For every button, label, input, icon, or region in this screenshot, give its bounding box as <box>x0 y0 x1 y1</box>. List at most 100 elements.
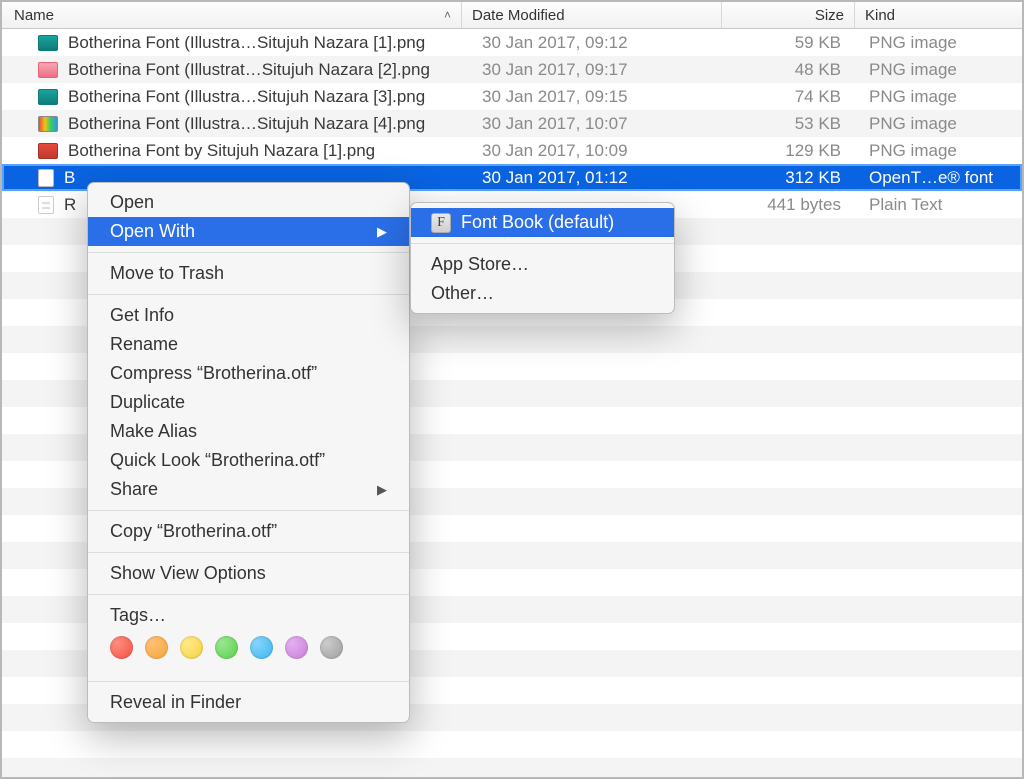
menu-separator <box>88 252 409 253</box>
file-name: Botherina Font by Situjuh Nazara [1].png <box>68 141 375 161</box>
file-row[interactable]: Botherina Font (Illustra…Situjuh Nazara … <box>2 83 1022 110</box>
tag-red[interactable] <box>110 636 133 659</box>
menu-separator <box>88 594 409 595</box>
menu-compress[interactable]: Compress “Brotherina.otf” <box>88 359 409 388</box>
file-icon <box>38 116 58 132</box>
file-kind: PNG image <box>855 141 1022 161</box>
submenu-arrow-icon: ▶ <box>377 224 387 240</box>
menu-rename[interactable]: Rename <box>88 330 409 359</box>
file-size: 48 KB <box>722 60 855 80</box>
tag-color-row <box>88 630 409 675</box>
menu-get-info[interactable]: Get Info <box>88 301 409 330</box>
context-menu: Open Open With ▶ Move to Trash Get Info … <box>87 182 410 723</box>
menu-open-label: Open <box>110 192 154 213</box>
file-row[interactable]: Botherina Font (Illustrat…Situjuh Nazara… <box>2 56 1022 83</box>
file-row[interactable]: Botherina Font (Illustra…Situjuh Nazara … <box>2 29 1022 56</box>
menu-quick-look-label: Quick Look “Brotherina.otf” <box>110 450 325 471</box>
menu-reveal-in-finder[interactable]: Reveal in Finder <box>88 688 409 717</box>
column-header-name[interactable]: Name ˄ <box>2 2 462 28</box>
menu-separator <box>88 510 409 511</box>
file-date: 30 Jan 2017, 09:15 <box>462 87 722 107</box>
menu-share-label: Share <box>110 479 158 500</box>
menu-compress-label: Compress “Brotherina.otf” <box>110 363 317 384</box>
menu-tags[interactable]: Tags… <box>88 601 409 630</box>
file-icon <box>38 62 58 78</box>
menu-duplicate-label: Duplicate <box>110 392 185 413</box>
menu-make-alias[interactable]: Make Alias <box>88 417 409 446</box>
file-kind: PNG image <box>855 33 1022 53</box>
tag-orange[interactable] <box>145 636 168 659</box>
column-header-kind[interactable]: Kind <box>855 2 1022 28</box>
file-kind: OpenT…e® font <box>855 168 1022 188</box>
submenu-appstore[interactable]: App Store… <box>411 250 674 279</box>
submenu-arrow-icon: ▶ <box>377 482 387 498</box>
menu-copy-label: Copy “Brotherina.otf” <box>110 521 277 542</box>
column-header-date[interactable]: Date Modified <box>462 2 722 28</box>
file-size: 74 KB <box>722 87 855 107</box>
menu-open[interactable]: Open <box>88 188 409 217</box>
submenu-other[interactable]: Other… <box>411 279 674 308</box>
file-date: 30 Jan 2017, 01:12 <box>462 168 722 188</box>
file-kind: PNG image <box>855 114 1022 134</box>
file-size: 129 KB <box>722 141 855 161</box>
menu-rename-label: Rename <box>110 334 178 355</box>
tag-green[interactable] <box>215 636 238 659</box>
file-date: 30 Jan 2017, 10:07 <box>462 114 722 134</box>
file-name: R <box>64 195 76 215</box>
menu-quick-look[interactable]: Quick Look “Brotherina.otf” <box>88 446 409 475</box>
submenu-fontbook-label: Font Book (default) <box>461 212 614 233</box>
file-row[interactable]: Botherina Font (Illustra…Situjuh Nazara … <box>2 110 1022 137</box>
tag-yellow[interactable] <box>180 636 203 659</box>
file-size: 312 KB <box>722 168 855 188</box>
menu-duplicate[interactable]: Duplicate <box>88 388 409 417</box>
column-header-size[interactable]: Size <box>722 2 855 28</box>
menu-share[interactable]: Share ▶ <box>88 475 409 504</box>
menu-copy[interactable]: Copy “Brotherina.otf” <box>88 517 409 546</box>
column-header-size-label: Size <box>815 7 844 24</box>
file-icon <box>38 169 54 187</box>
file-kind: Plain Text <box>855 195 1022 215</box>
file-name: B <box>64 168 75 188</box>
tag-gray[interactable] <box>320 636 343 659</box>
tag-purple[interactable] <box>285 636 308 659</box>
sort-ascending-icon: ˄ <box>444 8 451 22</box>
menu-open-with[interactable]: Open With ▶ <box>88 217 409 246</box>
menu-view-options[interactable]: Show View Options <box>88 559 409 588</box>
file-name: Botherina Font (Illustra…Situjuh Nazara … <box>68 114 425 134</box>
file-date: 30 Jan 2017, 09:17 <box>462 60 722 80</box>
file-name: Botherina Font (Illustra…Situjuh Nazara … <box>68 87 425 107</box>
submenu-appstore-label: App Store… <box>431 254 529 275</box>
menu-get-info-label: Get Info <box>110 305 174 326</box>
file-size: 59 KB <box>722 33 855 53</box>
menu-make-alias-label: Make Alias <box>110 421 197 442</box>
menu-separator <box>88 552 409 553</box>
file-size: 441 bytes <box>722 195 855 215</box>
file-kind: PNG image <box>855 60 1022 80</box>
column-header-row: Name ˄ Date Modified Size Kind <box>2 2 1022 29</box>
menu-view-options-label: Show View Options <box>110 563 266 584</box>
file-icon <box>38 143 58 159</box>
file-icon <box>38 35 58 51</box>
file-name: Botherina Font (Illustra…Situjuh Nazara … <box>68 33 425 53</box>
fontbook-icon: F <box>431 213 451 233</box>
menu-separator <box>88 294 409 295</box>
file-date: 30 Jan 2017, 10:09 <box>462 141 722 161</box>
file-row[interactable]: Botherina Font by Situjuh Nazara [1].png… <box>2 137 1022 164</box>
menu-separator <box>88 681 409 682</box>
submenu-fontbook[interactable]: F Font Book (default) <box>411 208 674 237</box>
menu-trash[interactable]: Move to Trash <box>88 259 409 288</box>
file-name: Botherina Font (Illustrat…Situjuh Nazara… <box>68 60 430 80</box>
submenu-other-label: Other… <box>431 283 494 304</box>
open-with-submenu: F Font Book (default) App Store… Other… <box>410 202 675 314</box>
menu-trash-label: Move to Trash <box>110 263 224 284</box>
file-size: 53 KB <box>722 114 855 134</box>
file-date: 30 Jan 2017, 09:12 <box>462 33 722 53</box>
file-kind: PNG image <box>855 87 1022 107</box>
tag-blue[interactable] <box>250 636 273 659</box>
menu-reveal-label: Reveal in Finder <box>110 692 241 713</box>
column-header-kind-label: Kind <box>865 7 895 24</box>
menu-tags-label: Tags… <box>110 605 166 626</box>
menu-open-with-label: Open With <box>110 221 195 242</box>
file-icon <box>38 89 58 105</box>
file-icon <box>38 196 54 214</box>
